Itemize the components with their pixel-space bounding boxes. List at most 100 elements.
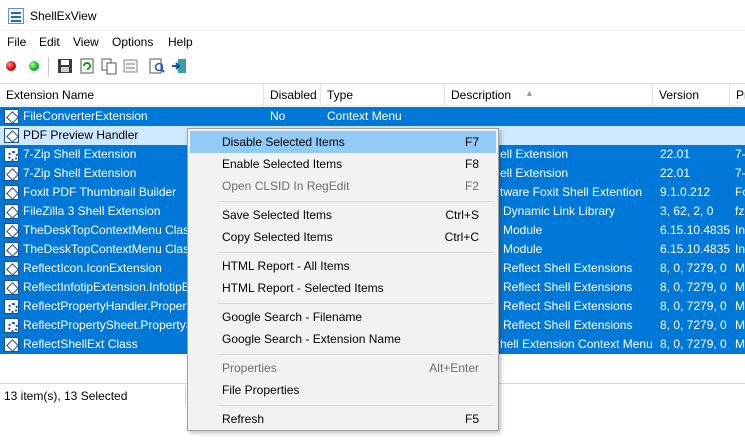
menu-file[interactable]: File <box>7 35 26 49</box>
cell-product: M <box>735 280 745 294</box>
cell-product: In <box>735 242 745 256</box>
menu-separator <box>218 201 494 202</box>
menu-item-label: Google Search - Filename <box>222 310 363 324</box>
cell-product: Fo <box>735 185 745 199</box>
cell-product: M <box>735 261 745 275</box>
menu-item-refresh[interactable]: Refresh F5 <box>190 408 496 430</box>
extension-icon <box>4 318 19 333</box>
cell-disabled: No <box>270 109 286 123</box>
cell-name: FileZilla 3 Shell Extension <box>23 204 161 218</box>
cell-product: fz <box>735 204 745 218</box>
cell-version <box>660 107 730 126</box>
menu-bar: File Edit View Options Help <box>0 32 745 52</box>
cell-version: 22.01 <box>660 166 691 180</box>
menu-view[interactable]: View <box>73 35 99 49</box>
cell-name: TheDeskTopContextMenu Class <box>23 223 187 237</box>
cell-version: 8, 0, 7279, 0 <box>660 299 727 313</box>
cell-name: FileConverterExtension <box>23 109 148 123</box>
column-extension-name[interactable]: Extension Name <box>0 84 264 106</box>
cell-name: TheDeskTopContextMenu Class <box>23 242 187 256</box>
menu-item-label: Save Selected Items <box>222 208 333 222</box>
cell-name: ReflectPropertySheet.PropertyS <box>23 318 187 332</box>
context-menu: Disable Selected Items F7 Enable Selecte… <box>187 128 499 431</box>
cell-product: In <box>735 223 745 237</box>
cell-description: Reflect Shell Extensions <box>503 280 633 294</box>
cell-name: ReflectPropertyHandler.Propert <box>23 299 187 313</box>
cell-name: ReflectIcon.IconExtension <box>23 261 162 275</box>
menu-item-open-clsid: Open CLSID In RegEdit F2 <box>190 175 496 197</box>
menu-separator <box>218 252 494 253</box>
refresh-icon[interactable] <box>78 57 96 75</box>
cell-product: 7- <box>735 147 745 161</box>
cell-version: 8, 0, 7279, 0 <box>660 318 727 332</box>
menu-item-shortcut: F2 <box>464 179 479 193</box>
cell-product: M <box>735 337 745 351</box>
cell-description: Reflect Shell Extensions <box>503 261 633 275</box>
column-description[interactable]: Description <box>445 84 653 106</box>
cell-description: Module <box>503 223 543 237</box>
menu-item-label: HTML Report - All Items <box>222 259 350 273</box>
menu-item-shortcut: F8 <box>464 157 479 171</box>
menu-item-file-properties[interactable]: File Properties <box>190 379 496 401</box>
menu-item-shortcut: F5 <box>464 412 479 426</box>
menu-item-enable-selected[interactable]: Enable Selected Items F8 <box>190 153 496 175</box>
cell-name: 7-Zip Shell Extension <box>23 147 137 161</box>
menu-item-label: HTML Report - Selected Items <box>222 281 384 295</box>
cell-description: Reflect Shell Extensions <box>503 318 633 332</box>
app-icon <box>8 8 24 24</box>
menu-separator <box>218 303 494 304</box>
extension-icon <box>4 166 19 181</box>
extension-icon <box>4 299 19 314</box>
extension-icon <box>4 280 19 295</box>
table-row[interactable]: FileConverterExtension No Context Menu <box>0 107 745 126</box>
cell-product: M <box>735 318 745 332</box>
menu-item-properties: Properties Alt+Enter <box>190 357 496 379</box>
cell-name: ReflectShellExt Class <box>23 337 138 351</box>
cell-product: M <box>735 299 745 313</box>
menu-item-label: Open CLSID In RegEdit <box>222 179 350 193</box>
column-type[interactable]: Type <box>321 84 445 106</box>
extension-icon <box>4 337 19 352</box>
menu-item-label: Google Search - Extension Name <box>222 332 401 346</box>
menu-item-copy-selected[interactable]: Copy Selected Items Ctrl+C <box>190 226 496 248</box>
column-version[interactable]: Version <box>653 84 730 106</box>
status-text: 13 item(s), 13 Selected <box>4 389 128 403</box>
extension-icon <box>4 185 19 200</box>
menu-item-disable-selected[interactable]: Disable Selected Items F7 <box>190 131 496 153</box>
cell-name: Foxit PDF Thumbnail Builder <box>23 185 177 199</box>
cell-description: ell Extension <box>500 147 569 161</box>
toolbar-separator <box>48 57 49 77</box>
menu-item-shortcut: Ctrl+S <box>445 208 479 222</box>
menu-item-label: Properties <box>222 361 277 375</box>
column-disabled[interactable]: Disabled <box>264 84 321 106</box>
red-dot-icon[interactable] <box>6 61 16 71</box>
cell-version: 8, 0, 7279, 0 <box>660 280 727 294</box>
properties-icon[interactable] <box>122 57 140 75</box>
column-product[interactable]: Pr <box>730 84 745 106</box>
menu-help[interactable]: Help <box>168 35 193 49</box>
cell-version: 22.01 <box>660 147 691 161</box>
toolbar <box>0 54 745 80</box>
cell-version: 8, 0, 7279, 0 <box>660 261 727 275</box>
menu-item-google-filename[interactable]: Google Search - Filename <box>190 306 496 328</box>
copy-icon[interactable] <box>100 57 118 75</box>
extension-icon <box>4 204 19 219</box>
find-icon[interactable] <box>148 57 166 75</box>
menu-edit[interactable]: Edit <box>39 35 60 49</box>
save-icon[interactable] <box>56 57 74 75</box>
menu-options[interactable]: Options <box>112 35 153 49</box>
cell-version: 3, 62, 2, 0 <box>660 204 714 218</box>
menu-item-save-selected[interactable]: Save Selected Items Ctrl+S <box>190 204 496 226</box>
green-dot-icon[interactable] <box>29 61 39 71</box>
menu-item-html-report-all[interactable]: HTML Report - All Items <box>190 255 496 277</box>
menu-separator <box>218 354 494 355</box>
exit-icon[interactable] <box>170 57 188 75</box>
menu-item-html-report-selected[interactable]: HTML Report - Selected Items <box>190 277 496 299</box>
cell-description: hell Extension Context Menu <box>500 337 652 351</box>
menu-item-label: Copy Selected Items <box>222 230 333 244</box>
cell-product <box>735 107 745 126</box>
sort-ascending-icon: ▲ <box>525 88 534 98</box>
cell-name: 7-Zip Shell Extension <box>23 166 137 180</box>
cell-version: 6.15.10.4835 <box>660 242 730 256</box>
menu-item-google-extension-name[interactable]: Google Search - Extension Name <box>190 328 496 350</box>
